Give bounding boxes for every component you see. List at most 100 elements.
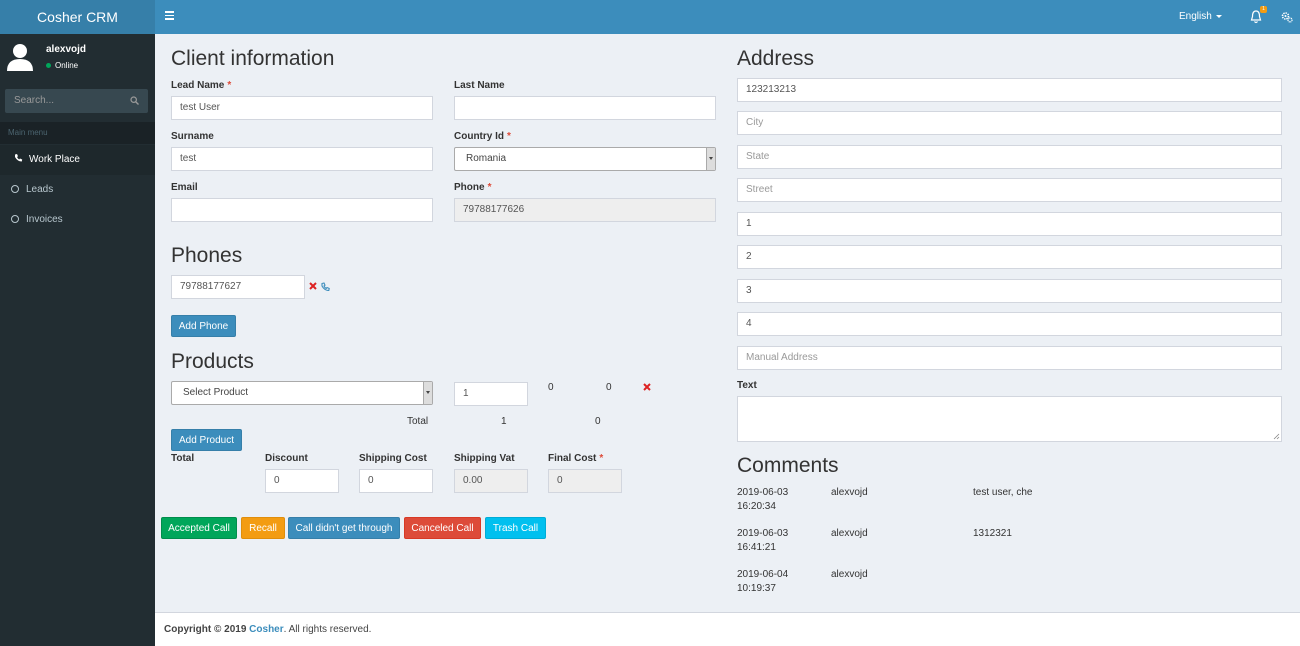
surname-input[interactable]: test (171, 147, 433, 171)
final-cost-label: Final Cost * (548, 453, 604, 464)
text-textarea[interactable] (737, 396, 1282, 442)
app-logo[interactable]: Cosher CRM (0, 0, 155, 34)
comment-author: alexvojd (831, 569, 868, 580)
comment-date: 2019-06-03 (737, 528, 789, 539)
shipping-cost-label: Shipping Cost (359, 453, 427, 464)
manual-address-input[interactable]: Manual Address (737, 346, 1282, 370)
language-dropdown[interactable]: English (1179, 11, 1222, 22)
address-field-4-input[interactable]: 4 (737, 312, 1282, 336)
caret-down-icon (1215, 14, 1222, 18)
products-total-cost: 0 (595, 416, 601, 427)
address-field-3-input[interactable]: 3 (737, 279, 1282, 303)
product-select[interactable]: Select Product (171, 381, 433, 405)
discount-label: Discount (265, 453, 308, 464)
comments-heading: Comments (737, 454, 839, 477)
remove-phone-icon[interactable] (309, 282, 317, 290)
footer-copyright: Copyright © 2019 (164, 624, 247, 635)
trash-call-button[interactable]: Trash Call (485, 517, 546, 539)
address-heading: Address (737, 47, 815, 70)
add-product-button[interactable]: Add Product (171, 429, 242, 451)
email-input[interactable] (171, 198, 433, 222)
address-zip-input[interactable]: 123213213 (737, 78, 1282, 102)
chevron-down-icon (706, 148, 715, 170)
sidebar-item-label: Leads (26, 184, 54, 195)
address-field-2-input[interactable]: 2 (737, 245, 1282, 269)
chevron-down-icon (423, 382, 432, 404)
call-didnt-get-through-button[interactable]: Call didn't get through (288, 517, 400, 539)
comment-time: 10:19:37 (737, 583, 776, 594)
phones-heading: Phones (171, 244, 243, 267)
comment-date: 2019-06-03 (737, 487, 789, 498)
avatar (7, 44, 33, 71)
sidebar-item-invoices[interactable]: Invoices (0, 205, 155, 235)
address-street-input[interactable]: Street (737, 178, 1282, 202)
accepted-call-button[interactable]: Accepted Call (161, 517, 237, 539)
sidebar-toggle-icon[interactable] (165, 11, 174, 20)
comment-time: 16:20:34 (737, 501, 776, 512)
shipping-vat-input: 0.00 (454, 469, 528, 493)
comment-text: test user, che (973, 487, 1033, 498)
country-label: Country Id * (454, 131, 511, 142)
phone-label: Phone * (454, 182, 492, 193)
user-status-label: Online (55, 61, 79, 70)
gears-icon[interactable] (1281, 11, 1293, 23)
sidebar-item-label: Invoices (26, 214, 63, 225)
products-total-label: Total (407, 416, 429, 427)
products-heading: Products (171, 350, 254, 373)
shipping-vat-label: Shipping Vat (454, 453, 515, 464)
surname-label: Surname (171, 131, 214, 142)
search-icon[interactable] (130, 96, 139, 105)
sidebar-item-leads[interactable]: Leads (0, 175, 155, 205)
footer-rights: . All rights reserved. (283, 624, 372, 635)
address-city-input[interactable]: City (737, 111, 1282, 135)
circle-icon (10, 175, 20, 205)
product-select-placeholder: Select Product (183, 387, 249, 398)
last-name-label: Last Name (454, 80, 505, 91)
country-selected-value: Romania (466, 153, 507, 164)
notification-badge: 1 (1260, 6, 1267, 13)
language-label: English (1179, 11, 1212, 22)
circle-icon (10, 205, 20, 235)
user-panel: alexvojd Online (0, 34, 155, 84)
phone-input: 79788177626 (454, 198, 716, 222)
footer: Copyright © 2019 Cosher. All rights rese… (155, 612, 1300, 646)
comment-author: alexvojd (831, 487, 868, 498)
address-state-input[interactable]: State (737, 145, 1282, 169)
shipping-cost-input[interactable]: 0 (359, 469, 433, 493)
summary-total-label: Total (171, 453, 195, 464)
sidebar-item-label: Work Place (29, 154, 80, 165)
sidebar-search-input[interactable]: Search... (5, 89, 148, 113)
remove-product-icon[interactable] (643, 383, 651, 391)
last-name-input[interactable] (454, 96, 716, 120)
call-phone-icon[interactable] (321, 282, 330, 291)
products-total-quantity: 1 (501, 416, 507, 427)
product-cost: 0 (606, 382, 612, 393)
lead-name-input[interactable]: test User (171, 96, 433, 120)
recall-button[interactable]: Recall (241, 517, 285, 539)
resize-handle-icon[interactable] (1273, 433, 1280, 440)
user-name: alexvojd (46, 44, 87, 55)
phone-icon (13, 145, 23, 175)
lead-name-label: Lead Name * (171, 80, 232, 91)
product-price: 0 (548, 382, 554, 393)
sidebar-menu-header: Main menu (0, 122, 155, 144)
comment-author: alexvojd (831, 528, 868, 539)
comment-time: 16:41:21 (737, 542, 776, 553)
product-quantity-input[interactable]: 1 (454, 382, 528, 406)
comment-text: 1312321 (973, 528, 1012, 539)
sidebar-item-work-place[interactable]: Work Place (0, 145, 155, 175)
sidebar: alexvojd Online Search... Main menu Work… (0, 34, 155, 646)
discount-input[interactable]: 0 (265, 469, 339, 493)
text-label: Text (737, 380, 757, 391)
address-field-1-input[interactable]: 1 (737, 212, 1282, 236)
footer-brand-link[interactable]: Cosher (249, 624, 283, 635)
comment-date: 2019-06-04 (737, 569, 789, 580)
country-select[interactable]: Romania (454, 147, 716, 171)
add-phone-button[interactable]: Add Phone (171, 315, 236, 337)
top-navbar: English 1 (155, 0, 1300, 34)
email-label: Email (171, 182, 198, 193)
phone-number-input[interactable]: 79788177627 (171, 275, 305, 299)
canceled-call-button[interactable]: Canceled Call (404, 517, 481, 539)
user-status: Online (46, 61, 78, 70)
client-info-heading: Client information (171, 47, 335, 70)
